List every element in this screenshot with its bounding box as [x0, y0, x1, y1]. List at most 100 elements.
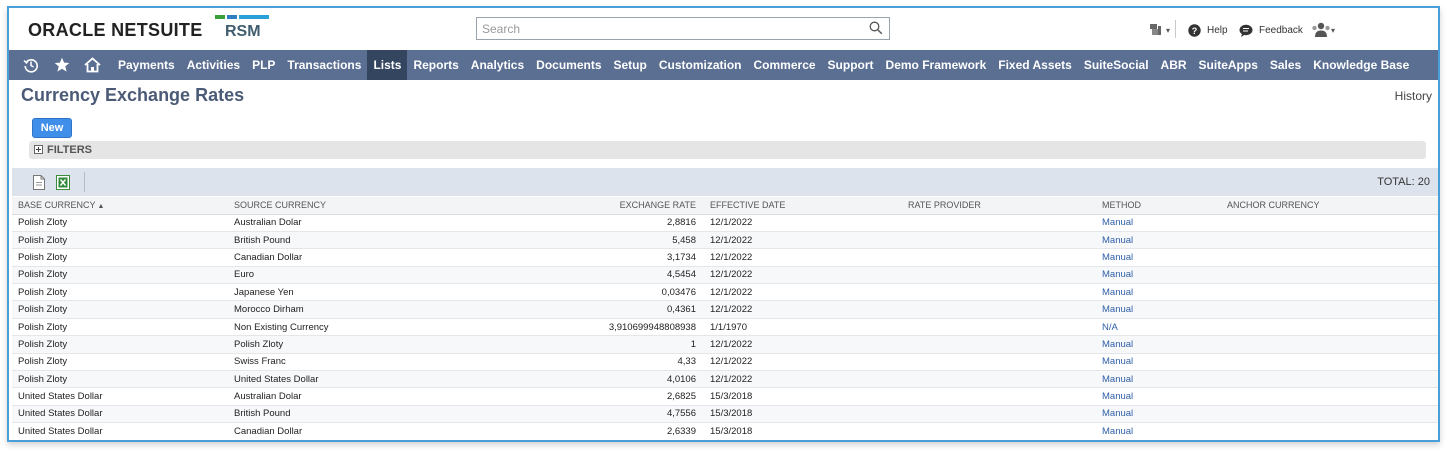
table-row[interactable]: Polish Zloty United States Dollar 4,0106 12… [12, 370, 1438, 389]
role-switcher[interactable]: ▾ [1148, 20, 1170, 40]
cell-base-currency: Polish Zloty [12, 283, 228, 302]
table-row[interactable]: Polish Zloty Japanese Yen 0,03476 12/1/2022… [12, 283, 1438, 302]
cell-effective-date: 12/1/2022 [704, 248, 902, 267]
cell-method[interactable]: Manual [1096, 248, 1221, 267]
column-header-anchor-currency[interactable]: ANCHOR CURRENCY [1221, 197, 1438, 215]
cell-method[interactable]: Manual [1096, 231, 1221, 250]
cell-method[interactable]: Manual [1096, 266, 1221, 285]
cell-anchor-currency [1221, 370, 1438, 389]
feedback-label: Feedback [1259, 24, 1303, 36]
column-header-base-currency[interactable]: BASE CURRENCY ▲ [12, 197, 228, 215]
cell-source-currency: Morocco Dirham [228, 300, 548, 319]
new-button[interactable]: New [32, 118, 72, 138]
search-icon[interactable] [869, 21, 883, 35]
table-row[interactable]: Polish Zloty British Pound 5,458 12/1/2022 M… [12, 231, 1438, 250]
list-toolbar: TOTAL: 20 [12, 168, 1438, 196]
cell-rate-provider [902, 318, 1096, 337]
nav-demo-framework[interactable]: Demo Framework [880, 50, 993, 80]
nav-suiteapps[interactable]: SuiteApps [1193, 50, 1264, 80]
filters-toggle[interactable]: FILTERS [29, 141, 1426, 159]
nav-reports[interactable]: Reports [407, 50, 464, 80]
cell-method[interactable]: Manual [1096, 370, 1221, 389]
cell-exchange-rate: 4,5454 [548, 266, 704, 285]
cell-base-currency: Polish Zloty [12, 231, 228, 250]
currency-rates-table: BASE CURRENCY ▲ SOURCE CURRENCY EXCHANGE … [12, 197, 1438, 440]
cell-method[interactable]: Manual [1096, 387, 1221, 406]
cell-source-currency: United States Dollar [228, 370, 548, 389]
table-row[interactable]: Polish Zloty Australian Dolar 2,8816 12/1/2… [12, 214, 1438, 232]
nav-knowledge-base[interactable]: Knowledge Base [1307, 50, 1415, 80]
page-header: Currency Exchange Rates History [9, 80, 1438, 110]
filters-label: FILTERS [47, 144, 93, 156]
star-icon[interactable] [46, 50, 77, 80]
cell-effective-date: 12/1/2022 [704, 353, 902, 372]
cell-base-currency: Polish Zloty [12, 318, 228, 337]
cell-method[interactable]: Manual [1096, 422, 1221, 440]
nav-activities[interactable]: Activities [181, 50, 246, 80]
nav-transactions[interactable]: Transactions [281, 50, 367, 80]
toolbar-divider [84, 172, 85, 192]
cell-method[interactable]: Manual [1096, 300, 1221, 319]
cell-rate-provider [902, 248, 1096, 267]
nav-documents[interactable]: Documents [530, 50, 607, 80]
cell-method[interactable]: Manual [1096, 214, 1221, 232]
table-row[interactable]: Polish Zloty Swiss Franc 4,33 12/1/2022 Manu… [12, 353, 1438, 372]
recent-history-icon[interactable] [15, 50, 46, 80]
table-row[interactable]: Polish Zloty Polish Zloty 1 12/1/2022 Manual [12, 335, 1438, 354]
column-header-effective-date[interactable]: EFFECTIVE DATE [704, 197, 902, 215]
nav-setup[interactable]: Setup [608, 50, 653, 80]
nav-analytics[interactable]: Analytics [465, 50, 530, 80]
table-row[interactable]: United States Dollar Canadian Dollar 2,633… [12, 422, 1438, 440]
cell-source-currency: Swiss Franc [228, 353, 548, 372]
cell-method[interactable]: Manual [1096, 335, 1221, 354]
table-row[interactable]: Polish Zloty Euro 4,5454 12/1/2022 Manual [12, 266, 1438, 285]
oracle-netsuite-logo[interactable]: ORACLE NETSUITE [28, 20, 203, 41]
cell-rate-provider [902, 300, 1096, 319]
svg-text:?: ? [1192, 26, 1198, 36]
cell-anchor-currency [1221, 283, 1438, 302]
cell-method[interactable]: N/A [1096, 318, 1221, 337]
cell-method[interactable]: Manual [1096, 353, 1221, 372]
user-roles-icon [1150, 24, 1161, 35]
nav-plp[interactable]: PLP [246, 50, 281, 80]
cell-exchange-rate: 3,910699948808938 [548, 318, 704, 337]
nav-sales[interactable]: Sales [1264, 50, 1307, 80]
cell-method[interactable]: Manual [1096, 405, 1221, 424]
feedback-link[interactable]: Feedback [1239, 20, 1303, 40]
nav-suitesocial[interactable]: SuiteSocial [1078, 50, 1155, 80]
cell-effective-date: 15/3/2018 [704, 405, 902, 424]
header-actions: ▾ ? Help Feedback ▾ [1128, 20, 1438, 40]
cell-base-currency: United States Dollar [12, 422, 228, 440]
logo-netsuite-text: NETSUITE [111, 20, 203, 40]
column-header-exchange-rate[interactable]: EXCHANGE RATE [548, 197, 704, 215]
cell-exchange-rate: 2,6339 [548, 422, 704, 440]
table-row[interactable]: United States Dollar Australian Dolar 2,68… [12, 387, 1438, 406]
nav-support[interactable]: Support [822, 50, 880, 80]
table-row[interactable]: United States Dollar British Pound 4,7556 1… [12, 405, 1438, 424]
export-csv-icon[interactable] [32, 175, 46, 190]
cell-method[interactable]: Manual [1096, 283, 1221, 302]
column-header-source-currency[interactable]: SOURCE CURRENCY [228, 197, 548, 215]
home-icon[interactable] [77, 50, 108, 80]
table-row[interactable]: Polish Zloty Canadian Dollar 3,1734 12/1/20… [12, 248, 1438, 267]
nav-lists[interactable]: Lists [367, 50, 408, 80]
nav-fixed-assets[interactable]: Fixed Assets [992, 50, 1078, 80]
table-row[interactable]: Polish Zloty Non Existing Currency 3,91069… [12, 318, 1438, 337]
user-menu[interactable]: ▾ [1311, 20, 1335, 40]
cell-anchor-currency [1221, 300, 1438, 319]
column-header-method[interactable]: METHOD [1096, 197, 1221, 215]
top-header: ORACLE NETSUITE RSM Search ▾ ? Help Feed… [9, 8, 1438, 50]
cell-anchor-currency [1221, 335, 1438, 354]
help-link[interactable]: ? Help [1188, 20, 1228, 40]
column-header-rate-provider[interactable]: RATE PROVIDER [902, 197, 1096, 215]
history-link[interactable]: History [1395, 89, 1432, 103]
search-input[interactable] [477, 18, 857, 39]
cell-anchor-currency [1221, 248, 1438, 267]
cell-base-currency: Polish Zloty [12, 370, 228, 389]
nav-payments[interactable]: Payments [112, 50, 181, 80]
nav-commerce[interactable]: Commerce [748, 50, 822, 80]
nav-customization[interactable]: Customization [653, 50, 748, 80]
table-row[interactable]: Polish Zloty Morocco Dirham 0,4361 12/1/202… [12, 300, 1438, 319]
export-excel-icon[interactable] [56, 175, 70, 190]
nav-abr[interactable]: ABR [1155, 50, 1193, 80]
